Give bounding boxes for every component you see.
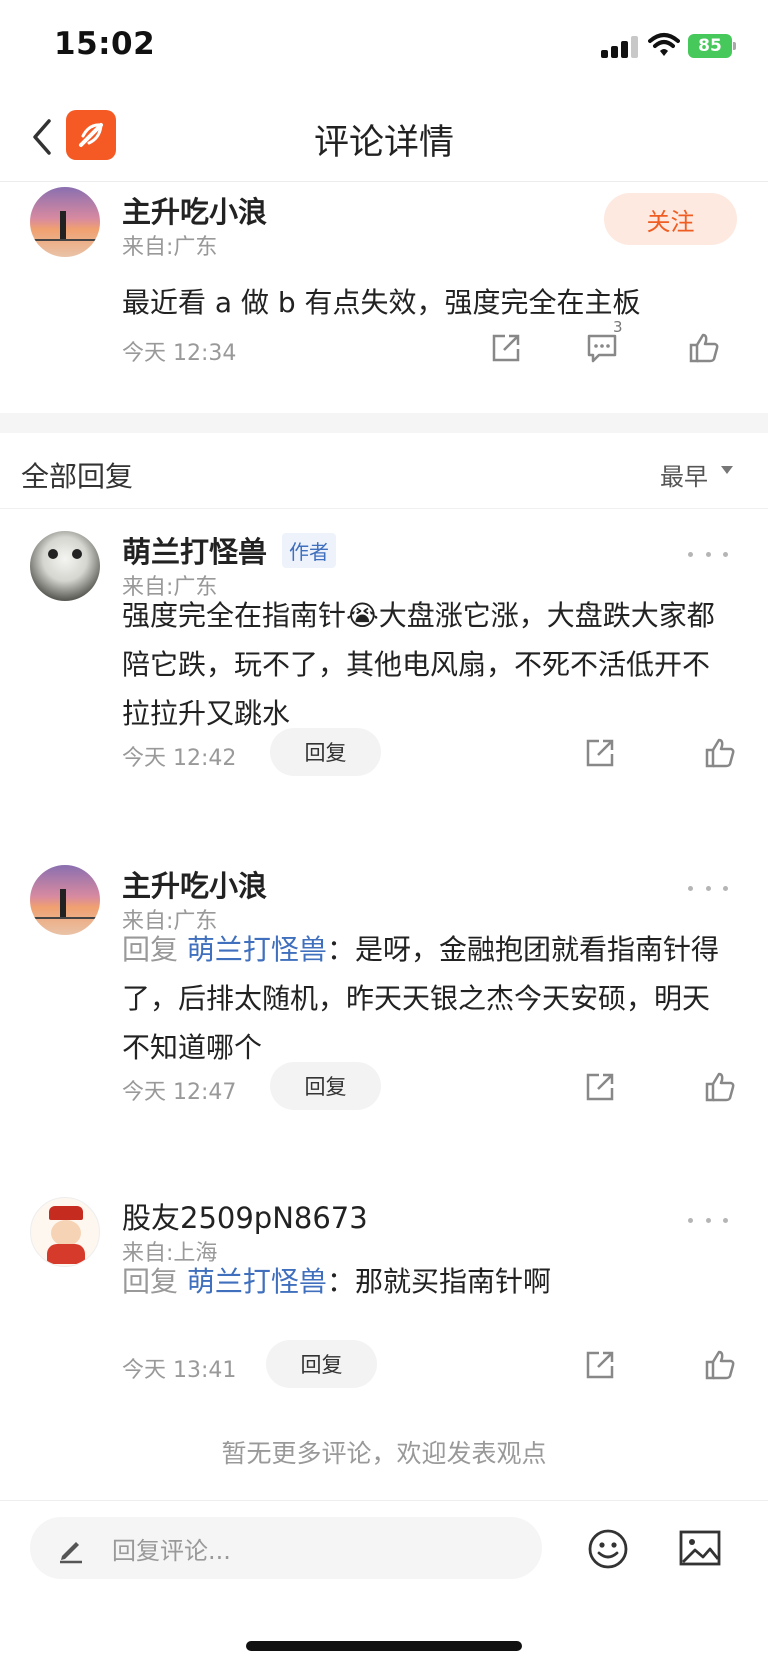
reply-target-link[interactable]: 萌兰打怪兽 — [187, 1265, 327, 1298]
comment-text: 回复 萌兰打怪兽：是呀，金融抱团就看指南针得了，后排太随机，昨天天银之杰今天安硕… — [122, 925, 732, 1072]
reply-button[interactable]: 回复 — [266, 1340, 377, 1388]
wifi-icon — [648, 33, 680, 56]
reply-prefix: 回复 — [122, 1265, 179, 1298]
avatar[interactable] — [30, 1197, 100, 1267]
replies-header: 全部回复 最早 — [0, 433, 768, 509]
like-button[interactable] — [684, 328, 724, 368]
image-icon[interactable] — [678, 1529, 722, 1567]
reply-button[interactable]: 回复 — [270, 728, 381, 776]
post-time: 今天 12:34 — [122, 341, 237, 366]
author-badge: 作者 — [282, 533, 336, 568]
more-options-icon[interactable] — [688, 1210, 728, 1230]
sort-dropdown[interactable]: 最早 — [660, 457, 708, 492]
signal-icon — [601, 36, 641, 58]
more-options-icon[interactable] — [688, 544, 728, 564]
status-bar: 15:02 85 — [0, 0, 768, 92]
battery-level: 85 — [688, 34, 732, 58]
original-post: 主升吃小浪 来自:广东 关注 最近看 a 做 b 有点失效，强度完全在主板 今天… — [0, 183, 768, 413]
comment-time: 今天 12:42 — [122, 746, 237, 771]
share-button[interactable] — [486, 328, 526, 368]
follow-button[interactable]: 关注 — [604, 193, 737, 245]
status-time: 15:02 — [54, 26, 156, 62]
avatar[interactable] — [30, 865, 100, 935]
share-icon — [492, 334, 520, 362]
reply-body: ：那就买指南针啊 — [326, 1265, 551, 1298]
pencil-icon — [60, 1542, 82, 1564]
comment-icon — [587, 334, 617, 363]
comment-text: 强度完全在指南针😭大盘涨它涨，大盘跌大家都陪它跌，玩不了，其他电风扇，不死不活低… — [122, 599, 715, 730]
more-options-icon[interactable] — [688, 878, 728, 898]
comment-count-badge: 3 — [613, 318, 623, 336]
share-button[interactable] — [580, 733, 620, 773]
comment-item: 萌兰打怪兽 作者 来自:广东 强度完全在指南针😭大盘涨它涨，大盘跌大家都陪它跌，… — [0, 509, 768, 823]
thumbs-up-icon — [705, 1072, 735, 1102]
nav-header: 评论详情 — [0, 92, 768, 182]
thumbs-up-icon — [689, 333, 719, 363]
replies-title: 全部回复 — [21, 460, 134, 493]
no-more-comments: 暂无更多评论，欢迎发表观点 — [221, 1439, 547, 1468]
section-divider — [0, 413, 768, 433]
comment-author-name[interactable]: 股友2509pN8673 — [122, 1195, 368, 1237]
home-indicator[interactable] — [246, 1641, 522, 1651]
page-title: 评论详情 — [313, 123, 454, 163]
comment-input[interactable]: 回复评论... — [30, 1517, 542, 1579]
share-button[interactable] — [580, 1067, 620, 1107]
avatar[interactable] — [30, 531, 100, 601]
comment-input-placeholder: 回复评论... — [112, 1537, 231, 1565]
comment-item: 股友2509pN8673 来自:上海 回复 萌兰打怪兽：那就买指南针啊 今天 1… — [0, 1177, 768, 1397]
caret-down-icon[interactable] — [721, 466, 733, 474]
reply-button[interactable]: 回复 — [270, 1062, 381, 1110]
avatar[interactable] — [30, 187, 100, 257]
emoji-icon[interactable] — [586, 1527, 630, 1571]
post-text: 最近看 a 做 b 有点失效，强度完全在主板 — [122, 286, 641, 319]
battery-icon: 85 — [688, 34, 736, 58]
reply-target-link[interactable]: 萌兰打怪兽 — [187, 933, 327, 966]
comment-author-name[interactable]: 萌兰打怪兽 — [122, 529, 267, 571]
share-button[interactable] — [580, 1345, 620, 1385]
share-icon — [586, 1351, 614, 1379]
like-button[interactable] — [700, 733, 740, 773]
like-button[interactable] — [700, 1067, 740, 1107]
comment-author-name[interactable]: 主升吃小浪 — [122, 863, 267, 905]
share-icon — [586, 739, 614, 767]
like-button[interactable] — [700, 1345, 740, 1385]
comment-time: 今天 12:47 — [122, 1080, 237, 1105]
post-author-name[interactable]: 主升吃小浪 — [122, 189, 267, 231]
comment-text: 回复 萌兰打怪兽：那就买指南针啊 — [122, 1257, 732, 1306]
comment-time: 今天 13:41 — [122, 1358, 237, 1383]
share-icon — [586, 1073, 614, 1101]
reply-prefix: 回复 — [122, 933, 179, 966]
comment-item: 主升吃小浪 来自:广东 回复 萌兰打怪兽：是呀，金融抱团就看指南针得了，后排太随… — [0, 843, 768, 1153]
bottom-bar: 回复评论... — [0, 1500, 768, 1663]
thumbs-up-icon — [705, 738, 735, 768]
thumbs-up-icon — [705, 1350, 735, 1380]
post-location: 来自:广东 — [122, 235, 218, 260]
